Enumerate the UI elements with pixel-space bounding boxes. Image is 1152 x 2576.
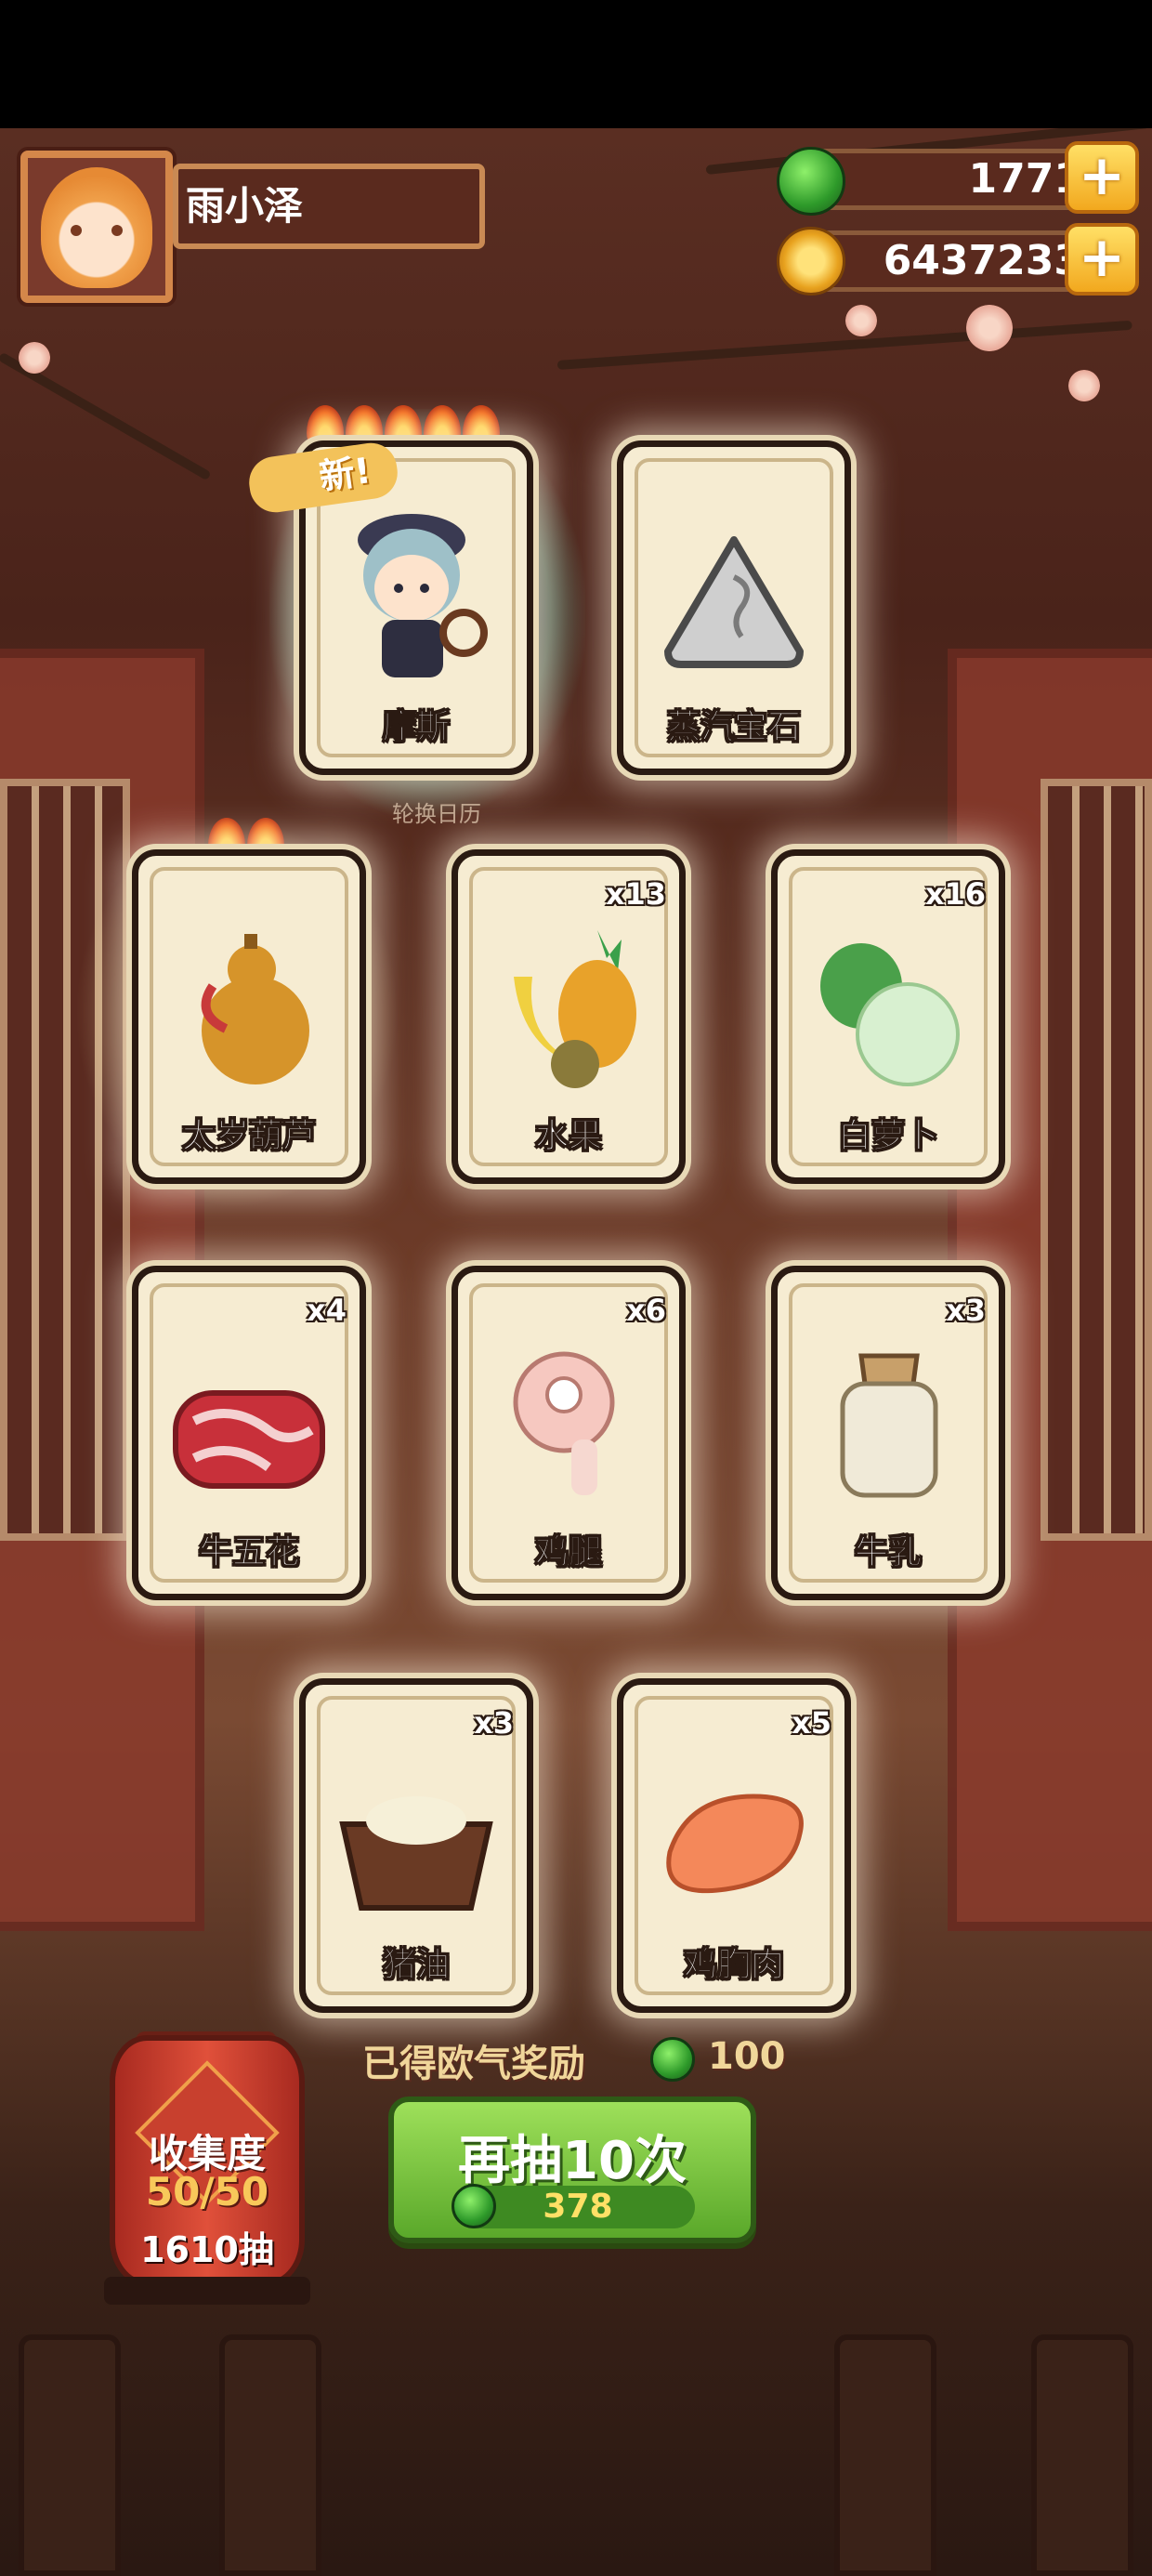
reward-amount: 100: [708, 2035, 786, 2078]
card-label: 太岁葫芦: [181, 1117, 316, 1156]
card-chicken-leg[interactable]: x6 鸡腿: [452, 1266, 686, 1600]
card-label: 牛五花: [198, 1533, 299, 1572]
gem-icon: [664, 536, 804, 668]
draw-button-label: 再抽10次: [458, 2131, 687, 2191]
collection-progress: 50/50: [145, 2169, 269, 2215]
status-bar: [0, 0, 1152, 128]
gourd-icon: [201, 934, 309, 1084]
fence-post: [19, 2334, 121, 2576]
card-label: 猪油: [382, 1946, 450, 1985]
card-lard[interactable]: x3 猪油: [299, 1678, 533, 2013]
chicken-leg-icon: [513, 1351, 615, 1495]
quantity-badge: x16: [924, 876, 986, 912]
add-jade-button[interactable]: +: [1065, 141, 1139, 214]
fence-post: [219, 2334, 321, 2576]
radish-icon: [820, 943, 960, 1086]
jade-icon: [452, 2184, 496, 2228]
fruit-icon: [514, 930, 636, 1088]
card-label: 摩斯: [382, 708, 450, 747]
right-window-lattice: [1041, 779, 1152, 1541]
draw-10-button[interactable]: 再抽10次 378: [388, 2096, 756, 2243]
card-steam-gem[interactable]: 蒸汽宝石: [617, 440, 851, 775]
quantity-badge: x5: [792, 1705, 831, 1741]
quantity-badge: x3: [474, 1705, 514, 1741]
quantity-badge: x3: [946, 1293, 986, 1328]
reward-label: 已得欧气奖励: [362, 2043, 585, 2085]
caption-text: 轮换日历: [392, 801, 481, 827]
blossom: [966, 305, 1013, 351]
coin-amount: 6437233: [883, 237, 1082, 284]
quantity-badge: x4: [307, 1293, 347, 1328]
coin-icon: [777, 227, 845, 296]
quantity-badge: x13: [605, 876, 666, 912]
card-label: 鸡腿: [534, 1533, 602, 1572]
player-name: 雨小泽: [173, 164, 485, 249]
card-label: 水果: [534, 1117, 602, 1156]
chicken-breast-icon: [666, 1794, 804, 1894]
milk-jar-icon: [840, 1353, 938, 1498]
card-label: 蒸汽宝石: [666, 708, 801, 747]
lantern-stand: [104, 2277, 310, 2305]
blossom: [845, 305, 877, 336]
blossom: [19, 342, 50, 374]
blossom: [1068, 370, 1100, 401]
card-fruit[interactable]: x13 水果: [452, 849, 686, 1184]
detective-character-icon: [358, 514, 488, 677]
blossom-branch: [556, 320, 1132, 370]
jade-icon: [777, 147, 845, 216]
card-label: 白萝卜: [837, 1117, 938, 1156]
card-label: 鸡胸肉: [683, 1946, 784, 1985]
avatar[interactable]: [20, 151, 173, 303]
card-chicken-breast[interactable]: x5 鸡胸肉: [617, 1678, 851, 2013]
total-draws: 1610抽: [140, 2229, 274, 2270]
card-milk[interactable]: x3 牛乳: [771, 1266, 1005, 1600]
card-beef-belly[interactable]: x4 牛五花: [132, 1266, 366, 1600]
card-label: 牛乳: [854, 1533, 922, 1572]
fence-post: [1031, 2334, 1133, 2576]
add-coin-button[interactable]: +: [1065, 223, 1139, 296]
avatar-portrait: [41, 167, 152, 288]
card-taisui-gourd[interactable]: 太岁葫芦: [132, 849, 366, 1184]
card-white-radish[interactable]: x16 白萝卜: [771, 849, 1005, 1184]
quantity-badge: x6: [626, 1293, 666, 1328]
beef-icon: [173, 1390, 325, 1489]
lard-bowl-icon: [339, 1796, 493, 1911]
fence-post: [834, 2334, 936, 2576]
jade-icon: [650, 2037, 695, 2082]
